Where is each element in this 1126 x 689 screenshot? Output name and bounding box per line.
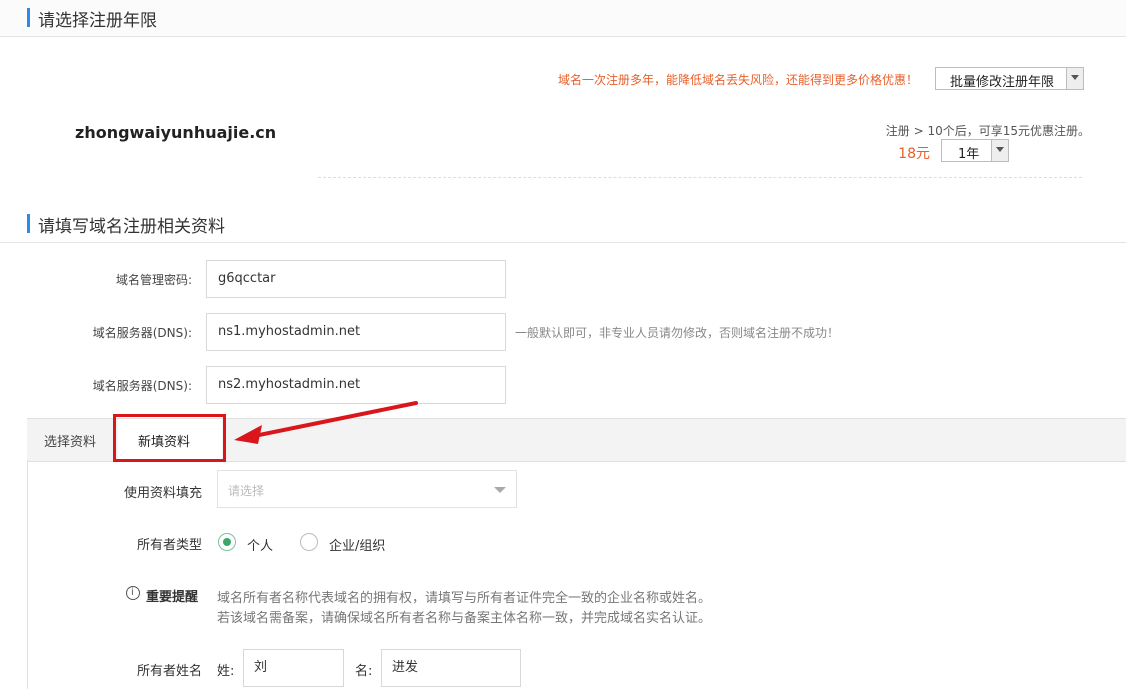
surname-input[interactable]: 刘	[243, 649, 344, 687]
chevron-down-icon	[1066, 68, 1083, 89]
year-select[interactable]: 1年	[941, 139, 1009, 162]
section-header-info: 请填写域名注册相关资料	[0, 206, 1126, 243]
fill-label: 使用资料填充	[123, 486, 202, 501]
section-header-years: 请选择注册年限	[0, 0, 1126, 37]
dns1-input[interactable]: ns1.myhostadmin.net	[206, 313, 506, 351]
owner-name-label: 所有者姓名	[136, 664, 202, 679]
reminder-line-2: 若该域名需备案，请确保域名所有者名称与备案主体名称一致，并完成域名实名认证。	[217, 611, 712, 626]
radio-organization-label: 企业/组织	[329, 539, 386, 554]
section-accent-bar	[27, 8, 30, 27]
radio-personal-label: 个人	[247, 539, 274, 554]
radio-personal[interactable]	[218, 533, 236, 551]
domain-name: zhongwaiyunhuajie.cn	[75, 123, 277, 142]
tab-select-info[interactable]: 选择资料	[44, 431, 96, 450]
caret-down-icon	[494, 487, 506, 493]
dns-hint: 一般默认即可，非专业人员请勿修改，否则域名注册不成功！	[515, 326, 840, 340]
section-title: 请选择注册年限	[38, 11, 157, 31]
owner-type-label: 所有者类型	[136, 538, 202, 553]
profile-select[interactable]: 请选择	[217, 470, 517, 508]
divider	[318, 177, 1082, 178]
reminder-label: 重要提醒	[146, 590, 199, 605]
given-name-label: 名:	[355, 664, 373, 679]
chevron-down-icon	[991, 140, 1008, 161]
multi-year-notice: 域名一次注册多年，能降低域名丢失风险，还能得到更多价格优惠！	[557, 73, 918, 87]
arrow-head	[234, 425, 262, 444]
content-border	[27, 460, 28, 689]
arrow-shaft	[252, 401, 418, 438]
year-select-label: 1年	[958, 147, 980, 162]
batch-year-select[interactable]: 批量修改注册年限	[935, 67, 1084, 90]
given-name-input[interactable]: 进发	[381, 649, 521, 687]
batch-year-select-label: 批量修改注册年限	[950, 75, 1055, 90]
section-title: 请填写域名注册相关资料	[38, 217, 225, 237]
discount-note: 注册 > 10个后，可享15元优惠注册。	[885, 124, 1090, 138]
password-label: 域名管理密码:	[115, 273, 192, 287]
reminder-line-1: 域名所有者名称代表域名的拥有权，请填写与所有者证件完全一致的企业名称或姓名。	[217, 591, 712, 606]
dns2-label: 域名服务器(DNS):	[92, 379, 192, 393]
profile-select-placeholder: 请选择	[228, 484, 265, 498]
radio-organization[interactable]	[300, 533, 318, 551]
price: 18元	[898, 146, 930, 162]
section-accent-bar	[27, 214, 30, 233]
password-input[interactable]: g6qcctar	[206, 260, 506, 298]
surname-label: 姓:	[217, 664, 235, 679]
annotation-arrow	[234, 401, 418, 444]
info-icon: i	[126, 586, 140, 600]
dns1-label: 域名服务器(DNS):	[92, 326, 192, 340]
highlight-box	[113, 414, 226, 462]
